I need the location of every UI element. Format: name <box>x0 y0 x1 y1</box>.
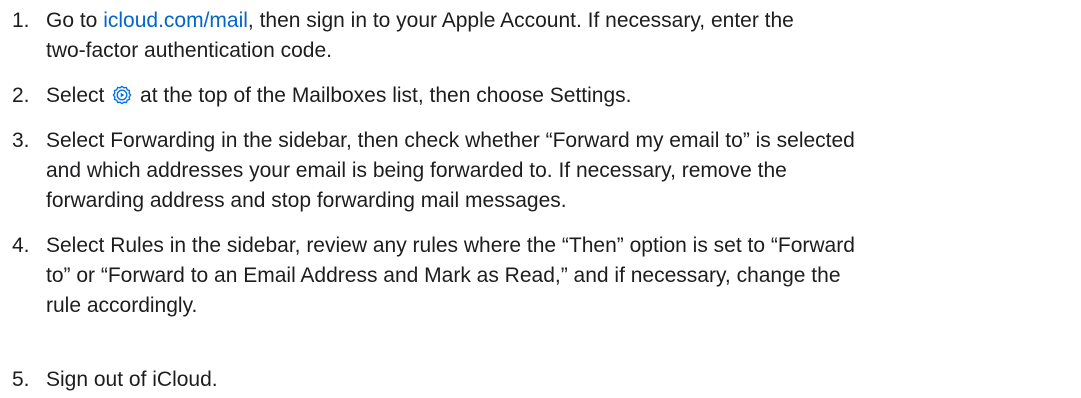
step-text: at the top of the Mailboxes list, then c… <box>134 84 632 107</box>
step-text: Select <box>46 84 111 107</box>
step-number: 2. <box>12 84 30 107</box>
step-text: rule accordingly. <box>46 294 198 317</box>
step-text: Sign out of iCloud. <box>46 368 218 391</box>
step-text: to” or “Forward to an Email Address and … <box>46 264 841 287</box>
step-number: 1. <box>12 9 30 32</box>
step-text: forwarding address and stop forwarding m… <box>46 189 567 212</box>
step-text: two-factor authentication code. <box>46 39 333 62</box>
icloud-mail-link[interactable]: icloud.com/mail <box>103 9 248 32</box>
settings-menu-icon <box>112 85 132 105</box>
step-text: and which addresses your email is being … <box>46 159 787 182</box>
step-4: 4. Select Rules in the sidebar, review a… <box>12 231 1046 321</box>
step-number: 3. <box>12 129 30 152</box>
step-5: 5. Sign out of iCloud. <box>12 365 1046 395</box>
step-text: , then sign in to your Apple Account. If… <box>247 9 794 32</box>
step-text: Select Forwarding in the sidebar, then c… <box>46 129 855 152</box>
step-number: 4. <box>12 234 30 257</box>
step-3: 3. Select Forwarding in the sidebar, the… <box>12 126 1046 216</box>
step-text: Go to <box>46 9 104 32</box>
step-1: 1. Go to icloud.com/mail, then sign in t… <box>12 6 1046 66</box>
step-text: Select Rules in the sidebar, review any … <box>46 234 855 257</box>
step-2: 2. Select at the top of the Mailboxes li… <box>12 81 1046 111</box>
step-number: 5. <box>12 368 30 391</box>
